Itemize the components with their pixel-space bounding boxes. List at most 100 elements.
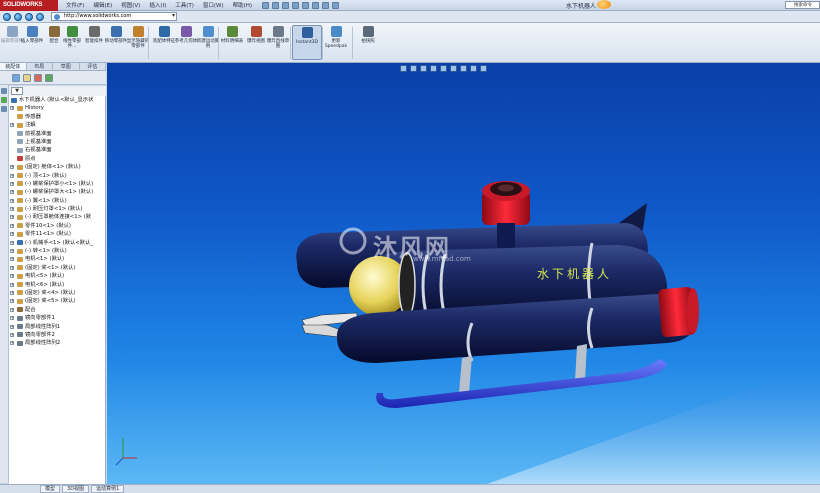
model-tab-0[interactable]: 模型 <box>40 485 61 493</box>
search-commands-input[interactable]: 搜索命令 <box>785 1 820 9</box>
new-motion-study-button[interactable]: 新建运动算例 <box>196 26 220 49</box>
new-icon[interactable] <box>262 1 270 9</box>
tree-item[interactable]: + (-) 顶<1> (默认) <box>9 172 105 180</box>
print-icon[interactable] <box>292 1 300 9</box>
move-component-button[interactable]: 移动零部件 <box>104 26 128 44</box>
save-icon[interactable] <box>282 1 290 9</box>
model-tab-2[interactable]: 运动算例1 <box>91 485 125 493</box>
expand-toggle-icon[interactable]: + <box>10 249 14 254</box>
select-icon[interactable] <box>312 1 320 9</box>
strip-icon-2[interactable] <box>1 97 7 103</box>
expand-toggle-icon[interactable]: + <box>10 290 14 295</box>
expand-toggle-icon[interactable]: + <box>10 198 14 203</box>
assembly-features-button[interactable]: 装配体特征 <box>152 26 176 44</box>
expand-toggle-icon[interactable]: + <box>10 274 14 279</box>
expand-toggle-icon[interactable]: + <box>10 240 14 245</box>
expand-toggle-icon[interactable]: + <box>10 190 14 195</box>
tree-item[interactable]: 传感器 <box>9 113 105 121</box>
menu-item[interactable]: 文件(F) <box>66 1 84 9</box>
configuration-manager-icon[interactable] <box>34 73 42 82</box>
expand-toggle-icon[interactable]: + <box>10 282 14 287</box>
expand-toggle-icon[interactable]: + <box>10 173 14 178</box>
undo-icon[interactable] <box>302 1 310 9</box>
expand-toggle-icon[interactable]: + <box>10 106 14 111</box>
expand-toggle-icon[interactable]: + <box>10 316 14 321</box>
expand-toggle-icon[interactable]: + <box>10 307 14 312</box>
options-icon[interactable] <box>332 1 340 9</box>
tree-item[interactable]: + (-) 耐压灯罩<1> (默认) <box>9 205 105 213</box>
tree-item[interactable]: + 零件11<1> (默认) <box>9 230 105 238</box>
insert-component-button[interactable]: 插入零部件 <box>20 26 44 44</box>
tree-item[interactable]: + 镜向零部件1 <box>9 314 105 322</box>
smart-fasteners-button[interactable]: 智能扣件 <box>82 26 106 44</box>
tab-1[interactable]: 布局 <box>27 63 53 70</box>
tree-item[interactable]: + 注解 <box>9 121 105 129</box>
back-icon[interactable] <box>3 12 11 21</box>
tab-0[interactable]: 装配体 <box>0 63 27 70</box>
solidworks-resources-icon[interactable] <box>597 0 611 9</box>
tree-item[interactable]: + (固定) 桨<1> (默认) <box>9 264 105 272</box>
expand-toggle-icon[interactable]: + <box>10 215 14 220</box>
tree-item[interactable]: + 电机<5> (默认) <box>9 272 105 280</box>
expand-toggle-icon[interactable]: + <box>10 299 14 304</box>
expand-toggle-icon[interactable]: + <box>10 257 14 262</box>
tree-item[interactable]: + 局部线性阵列2 <box>9 339 105 347</box>
filter-icon[interactable]: ▼ <box>11 87 23 95</box>
expand-toggle-icon[interactable]: + <box>10 165 14 170</box>
strip-icon-3[interactable] <box>1 106 7 112</box>
bill-of-materials-button[interactable]: 材料明细表 <box>220 26 244 44</box>
robot-model[interactable]: 水下机器人 <box>107 63 820 484</box>
tree-item[interactable]: + (-) 转<1> (默认) <box>9 247 105 255</box>
tree-item[interactable]: + 镜向零部件2 <box>9 331 105 339</box>
expand-toggle-icon[interactable]: + <box>10 332 14 337</box>
menu-item[interactable]: 视图(V) <box>121 1 140 9</box>
menu-item[interactable]: 编辑(E) <box>93 1 112 9</box>
menu-item[interactable]: 帮助(H) <box>233 1 252 9</box>
forward-icon[interactable] <box>14 12 22 21</box>
model-tab-1[interactable]: 3D视图 <box>62 485 90 493</box>
tree-item[interactable]: + 零件10<1> (默认) <box>9 222 105 230</box>
home-icon[interactable] <box>36 12 44 21</box>
menu-item[interactable]: 窗口(W) <box>203 1 224 9</box>
feature-manager-icon[interactable] <box>12 73 20 82</box>
tree-item[interactable]: + (固定) 舱体<1> (默认) <box>9 163 105 171</box>
strip-icon-1[interactable] <box>1 88 7 94</box>
graphics-viewport[interactable]: 水下机器人 沐风网 www.mfcad.com <box>107 63 820 484</box>
linear-pattern-button[interactable]: 线性零部件... <box>60 26 84 49</box>
tree-item[interactable]: + 局部线性阵列1 <box>9 323 105 331</box>
snapshot-button[interactable]: 拍快照 <box>356 26 380 44</box>
expand-toggle-icon[interactable]: + <box>10 207 14 212</box>
menu-item[interactable]: 工具(T) <box>175 1 194 9</box>
exploded-view-button[interactable]: 爆炸视图 <box>244 26 268 44</box>
reference-geometry-button[interactable]: 参考几何体 <box>174 26 198 44</box>
tab-2[interactable]: 草图 <box>53 63 80 70</box>
tree-item[interactable]: + (固定) 桨<4> (默认) <box>9 289 105 297</box>
tree-item[interactable]: + (-) 翼<1> (默认) <box>9 197 105 205</box>
tab-3[interactable]: 评估 <box>80 63 106 70</box>
tree-item[interactable]: + (固定) 桨<5> (默认) <box>9 297 105 305</box>
expand-toggle-icon[interactable]: + <box>10 324 14 329</box>
open-icon[interactable] <box>272 1 280 9</box>
tree-item[interactable]: + (-) 螺桨保护罩小<1> (默认) <box>9 180 105 188</box>
explode-line-sketch-button[interactable]: 爆炸直线草图 <box>266 26 290 49</box>
tree-item[interactable]: 右视基准面 <box>9 146 105 154</box>
rebuild-icon[interactable] <box>322 1 330 9</box>
expand-toggle-icon[interactable]: + <box>10 265 14 270</box>
tree-item[interactable]: + (-) 螺桨保护罩大<1> (默认) <box>9 188 105 196</box>
speedpak-button[interactable]: 更新Speedpak <box>324 26 348 49</box>
tree-item[interactable]: + 配合 <box>9 306 105 314</box>
expand-toggle-icon[interactable]: + <box>10 223 14 228</box>
expand-toggle-icon[interactable]: + <box>10 232 14 237</box>
tree-item[interactable]: + (-) 耐压罩舱体连接<1> (默 <box>9 213 105 221</box>
refresh-icon[interactable] <box>25 12 33 21</box>
expand-toggle-icon[interactable]: + <box>10 123 14 128</box>
tree-item[interactable]: + 电机<1> (默认) <box>9 255 105 263</box>
menu-item[interactable]: 插入(I) <box>149 1 166 9</box>
url-field[interactable]: http://www.solidworks.com <box>51 12 177 21</box>
display-manager-icon[interactable] <box>45 73 53 82</box>
expand-toggle-icon[interactable]: + <box>10 181 14 186</box>
instant3d-button[interactable]: Instant3D <box>292 25 322 60</box>
tree-item[interactable]: + (-) 机械手<1> (默认<默认_ <box>9 239 105 247</box>
show-hidden-button[interactable]: 显示隐藏的零部件 <box>126 26 150 49</box>
property-manager-icon[interactable] <box>23 73 31 82</box>
